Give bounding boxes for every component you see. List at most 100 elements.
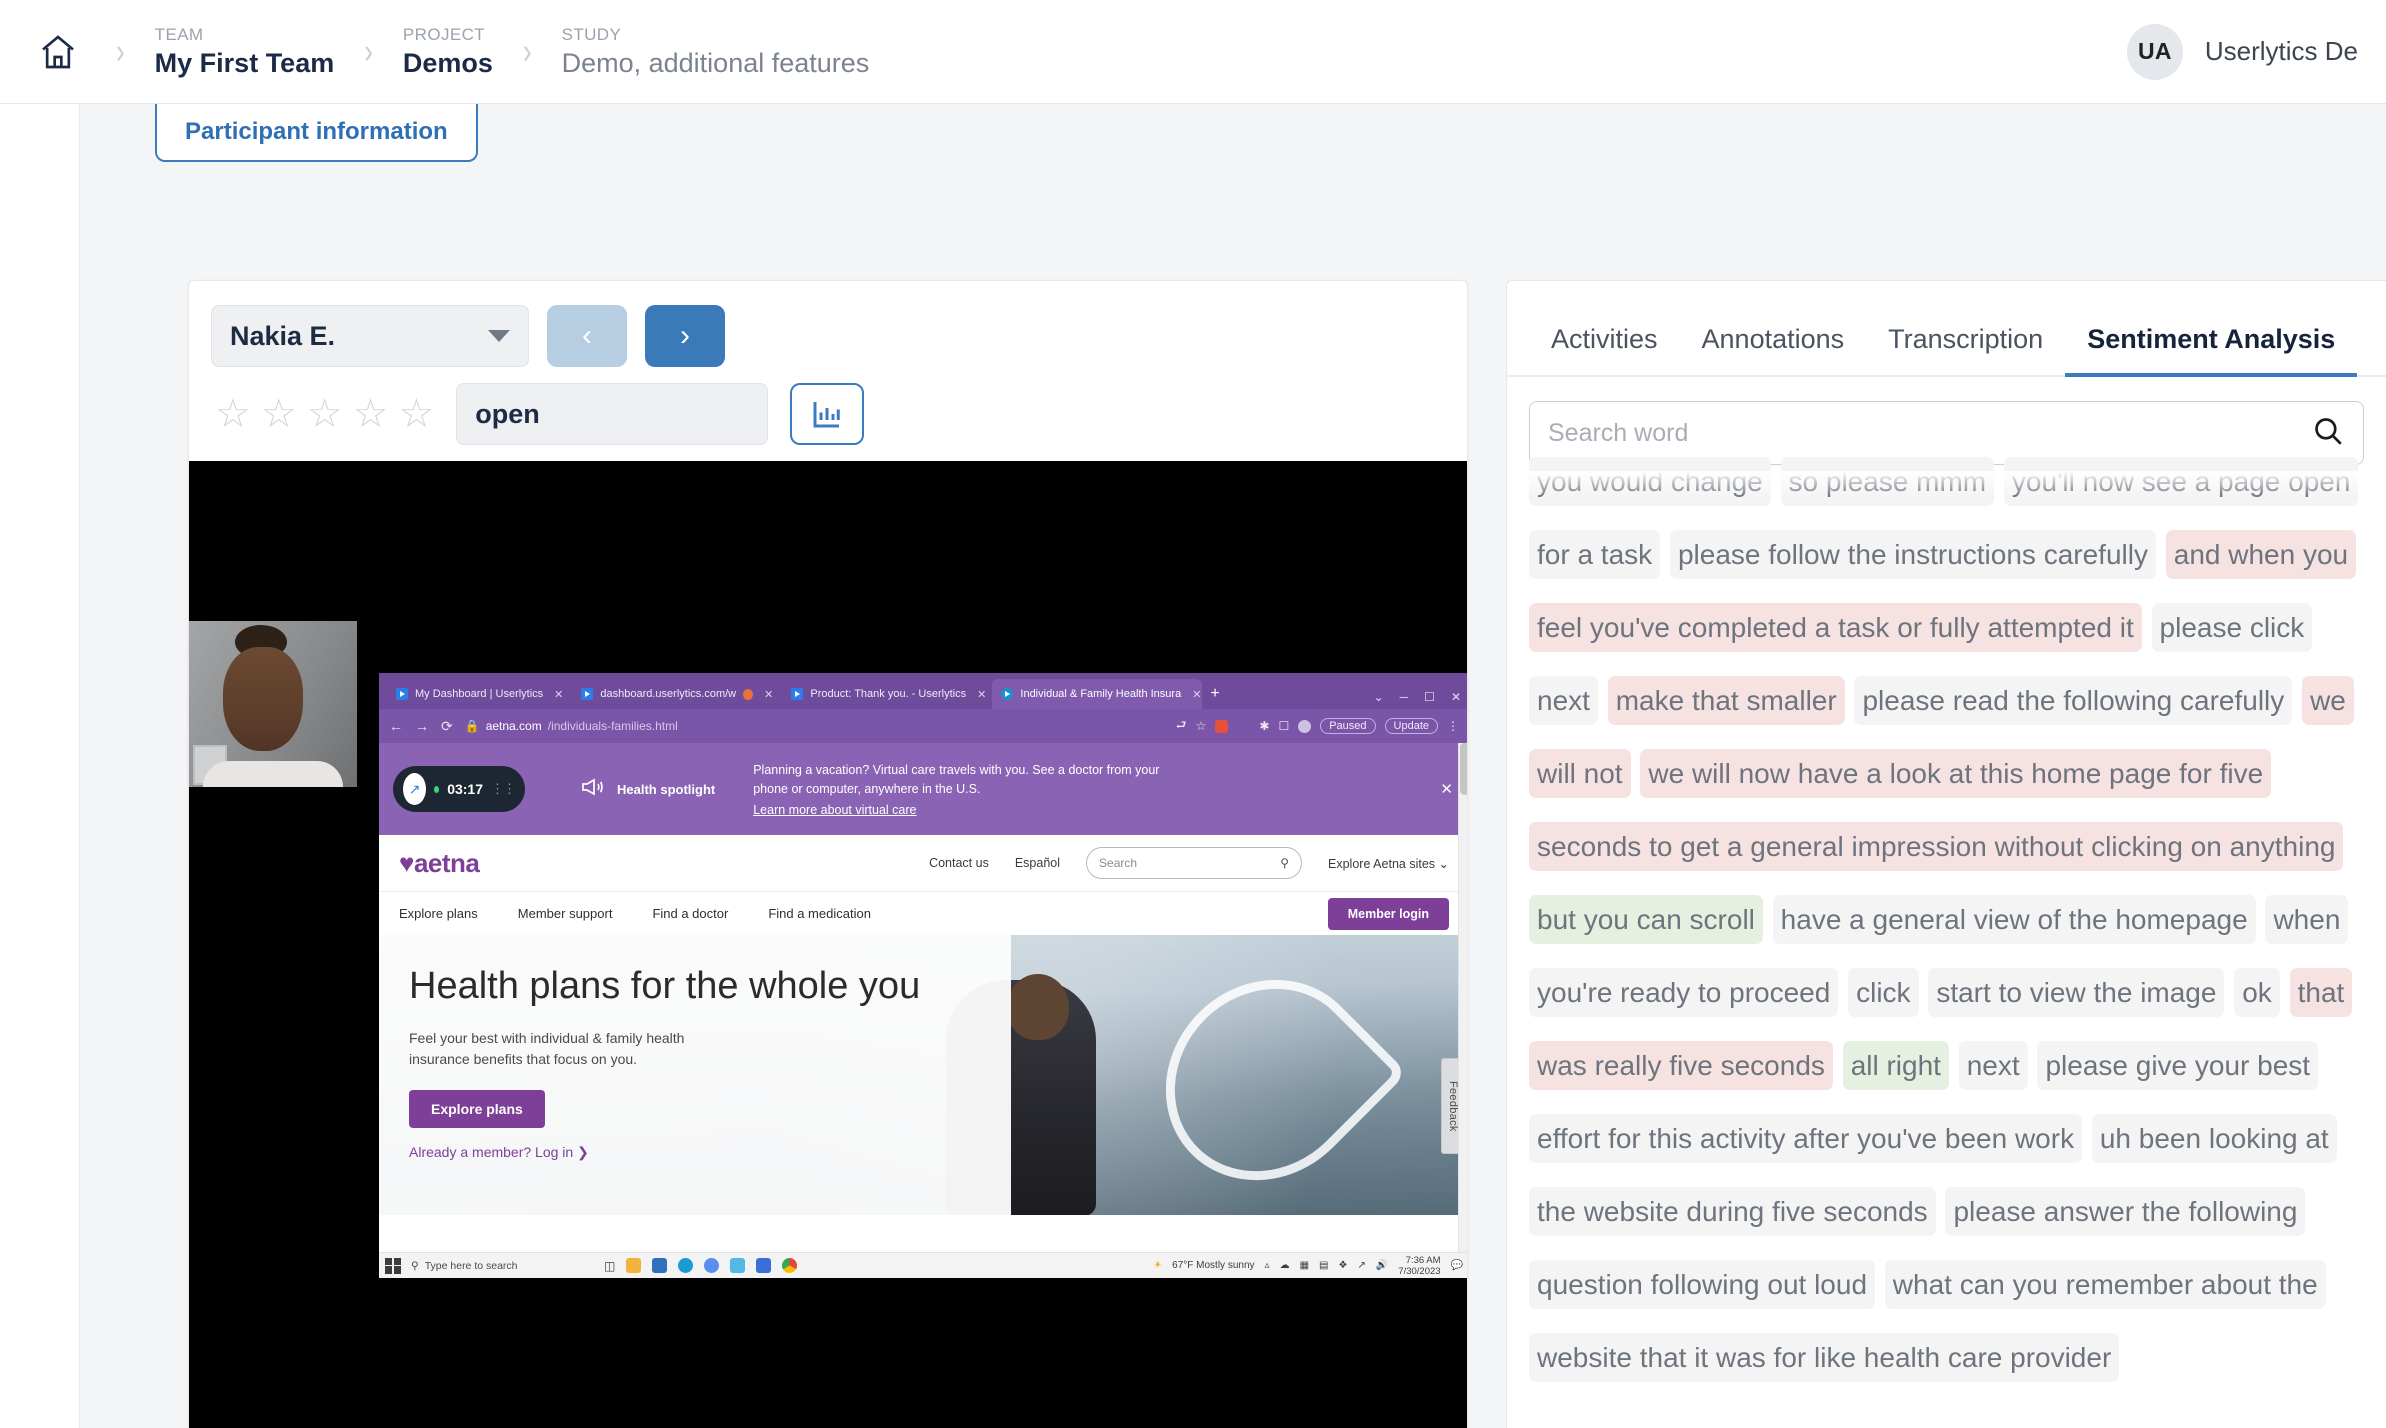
browser-tab[interactable]: My Dashboard | Userlytics ✕: [387, 679, 572, 709]
browser-tab[interactable]: dashboard.userlytics.com/w ✕: [572, 679, 782, 709]
tab-activities[interactable]: Activities: [1529, 324, 1680, 375]
nav-member-support[interactable]: Member support: [518, 906, 613, 921]
maximize-icon[interactable]: ☐: [1424, 690, 1435, 704]
nav-explore-plans[interactable]: Explore plans: [399, 906, 478, 921]
update-button[interactable]: Update: [1384, 718, 1438, 734]
tab-participant-information[interactable]: Participant information: [155, 104, 478, 162]
notification-center-icon[interactable]: 💬: [1451, 1260, 1463, 1271]
sentiment-chunk[interactable]: so please mmm: [1780, 457, 1995, 506]
tray-device-icon[interactable]: ▤: [1319, 1260, 1328, 1271]
sentiment-chunk[interactable]: please read the following carefully: [1854, 676, 2293, 725]
close-icon[interactable]: ✕: [554, 688, 563, 701]
explore-aetna-sites-menu[interactable]: Explore Aetna sites ⌄: [1328, 856, 1449, 871]
star-icon[interactable]: ☆: [307, 394, 343, 434]
windows-start-icon[interactable]: [385, 1257, 401, 1274]
new-tab-icon[interactable]: +: [1210, 685, 1219, 703]
hero-login-link[interactable]: Already a member? Log in ❯: [409, 1144, 981, 1161]
nav-find-a-doctor[interactable]: Find a doctor: [652, 906, 728, 921]
drag-handle-icon[interactable]: ⋮⋮: [491, 781, 516, 797]
puzzle-extension-icon[interactable]: ✱: [1259, 719, 1269, 733]
aetna-logo[interactable]: ♥aetna: [399, 848, 480, 879]
browser-tab-active[interactable]: Individual & Family Health Insura ✕: [992, 679, 1203, 709]
tray-onedrive-icon[interactable]: ▦: [1300, 1260, 1309, 1271]
sentiment-chunk[interactable]: click: [1848, 968, 1919, 1017]
file-explorer-icon[interactable]: [626, 1258, 642, 1273]
nav-find-a-medication[interactable]: Find a medication: [768, 906, 871, 921]
search-input[interactable]: [1548, 418, 2311, 448]
previous-participant-button[interactable]: ‹: [547, 305, 627, 367]
sentiment-chunk[interactable]: ok: [2234, 968, 2280, 1017]
page-scrollbar[interactable]: [1458, 743, 1467, 1252]
more-menu-icon[interactable]: ⋮: [1447, 719, 1459, 733]
tab-annotations[interactable]: Annotations: [1680, 324, 1867, 375]
sentiment-chunk[interactable]: have a general view of the homepage: [1772, 895, 2256, 944]
mail-icon[interactable]: [730, 1258, 746, 1273]
sidebar-icon[interactable]: ☐: [1278, 719, 1289, 733]
browser-tab[interactable]: Product: Thank you. - Userlytics ✕: [782, 679, 992, 709]
video-viewport[interactable]: My Dashboard | Userlytics ✕ dashboard.us…: [189, 461, 1467, 1428]
taskbar-weather[interactable]: 67°F Mostly sunny: [1172, 1260, 1254, 1271]
sentiment-chunk[interactable]: please follow the instructions carefully: [1669, 530, 2156, 579]
rating-stars[interactable]: ☆ ☆ ☆ ☆ ☆: [211, 394, 434, 434]
taskbar-search[interactable]: ⚲ Type here to search: [411, 1260, 576, 1272]
volume-icon[interactable]: 🔊: [1376, 1260, 1388, 1271]
scrollbar-thumb[interactable]: [1460, 743, 1467, 795]
star-icon[interactable]: ☆: [398, 394, 434, 434]
tray-usb-icon[interactable]: ❖: [1338, 1260, 1347, 1271]
sentiment-chunk[interactable]: but you can scroll: [1529, 895, 1763, 944]
star-icon[interactable]: ☆: [353, 394, 389, 434]
sentiment-chunk[interactable]: you would change: [1529, 457, 1771, 506]
member-login-button[interactable]: Member login: [1327, 897, 1449, 930]
close-icon[interactable]: ✕: [977, 688, 986, 701]
address-bar[interactable]: 🔒 aetna.com/individuals-families.html: [465, 719, 678, 733]
recording-timer-widget[interactable]: ↗ 03:17 ⋮⋮: [393, 766, 525, 812]
share-icon[interactable]: ⮐: [1176, 716, 1187, 737]
task-view-icon[interactable]: ◫: [604, 1259, 615, 1273]
extension-icon[interactable]: [1237, 719, 1251, 733]
store-icon[interactable]: [652, 1258, 668, 1273]
sentiment-chunk[interactable]: next: [1958, 1041, 2028, 1090]
bookmark-star-icon[interactable]: ☆: [1196, 719, 1207, 733]
spotlight-link[interactable]: Learn more about virtual care: [753, 803, 1183, 817]
close-icon[interactable]: ✕: [764, 688, 773, 701]
reload-icon[interactable]: ⟳: [441, 718, 453, 735]
extension-icon[interactable]: [1215, 719, 1229, 733]
expand-icon[interactable]: ↗: [403, 773, 427, 805]
espanol-link[interactable]: Español: [1015, 856, 1060, 870]
sentiment-chunk[interactable]: make that smaller: [1607, 676, 1845, 725]
chevron-down-icon[interactable]: ⌄: [1374, 690, 1384, 704]
participant-select[interactable]: Nakia E.: [211, 305, 529, 367]
tab-sentiment-analysis[interactable]: Sentiment Analysis: [2065, 324, 2358, 377]
forward-icon[interactable]: →: [415, 718, 429, 734]
recorded-screen[interactable]: My Dashboard | Userlytics ✕ dashboard.us…: [379, 673, 1467, 1278]
edge-icon[interactable]: [678, 1258, 694, 1273]
next-participant-button[interactable]: ›: [645, 305, 725, 367]
minimize-icon[interactable]: ─: [1400, 690, 1409, 704]
tray-cloud-icon[interactable]: ☁: [1280, 1260, 1290, 1271]
user-menu[interactable]: UA Userlytics De: [2126, 23, 2358, 80]
teams-icon[interactable]: [704, 1258, 720, 1273]
breadcrumb-project[interactable]: PROJECT Demos: [403, 24, 493, 80]
close-icon[interactable]: ✕: [1440, 780, 1453, 798]
sentiment-transcript[interactable]: you would change so please mmm you'll no…: [1507, 445, 2386, 1428]
taskbar-clock[interactable]: 7:36 AM 7/30/2023: [1398, 1255, 1440, 1277]
close-icon[interactable]: ✕: [1451, 690, 1461, 704]
hero-explore-plans-button[interactable]: Explore plans: [409, 1090, 545, 1128]
wifi-icon[interactable]: ↗: [1357, 1260, 1365, 1271]
home-icon[interactable]: [30, 24, 86, 80]
bar-chart-icon[interactable]: [790, 383, 865, 445]
profile-avatar-icon[interactable]: [1298, 719, 1312, 733]
close-icon[interactable]: ✕: [1192, 688, 1201, 701]
breadcrumb-study[interactable]: STUDY Demo, additional features: [562, 24, 870, 80]
sentiment-chunk[interactable]: we will now have a look at this home pag…: [1529, 749, 2344, 871]
sentiment-chunk[interactable]: all right: [1842, 1041, 1949, 1090]
aetna-search-input[interactable]: Search ⚲: [1086, 847, 1303, 879]
breadcrumb-team[interactable]: TEAM My First Team: [155, 24, 335, 80]
tab-transcription[interactable]: Transcription: [1866, 324, 2065, 375]
onedrive-icon[interactable]: [756, 1258, 772, 1273]
contact-us-link[interactable]: Contact us: [929, 856, 989, 870]
back-icon[interactable]: ←: [389, 718, 403, 734]
status-select[interactable]: open: [456, 383, 769, 445]
search-icon[interactable]: ⚲: [1280, 856, 1289, 870]
chrome-icon[interactable]: [782, 1258, 798, 1273]
